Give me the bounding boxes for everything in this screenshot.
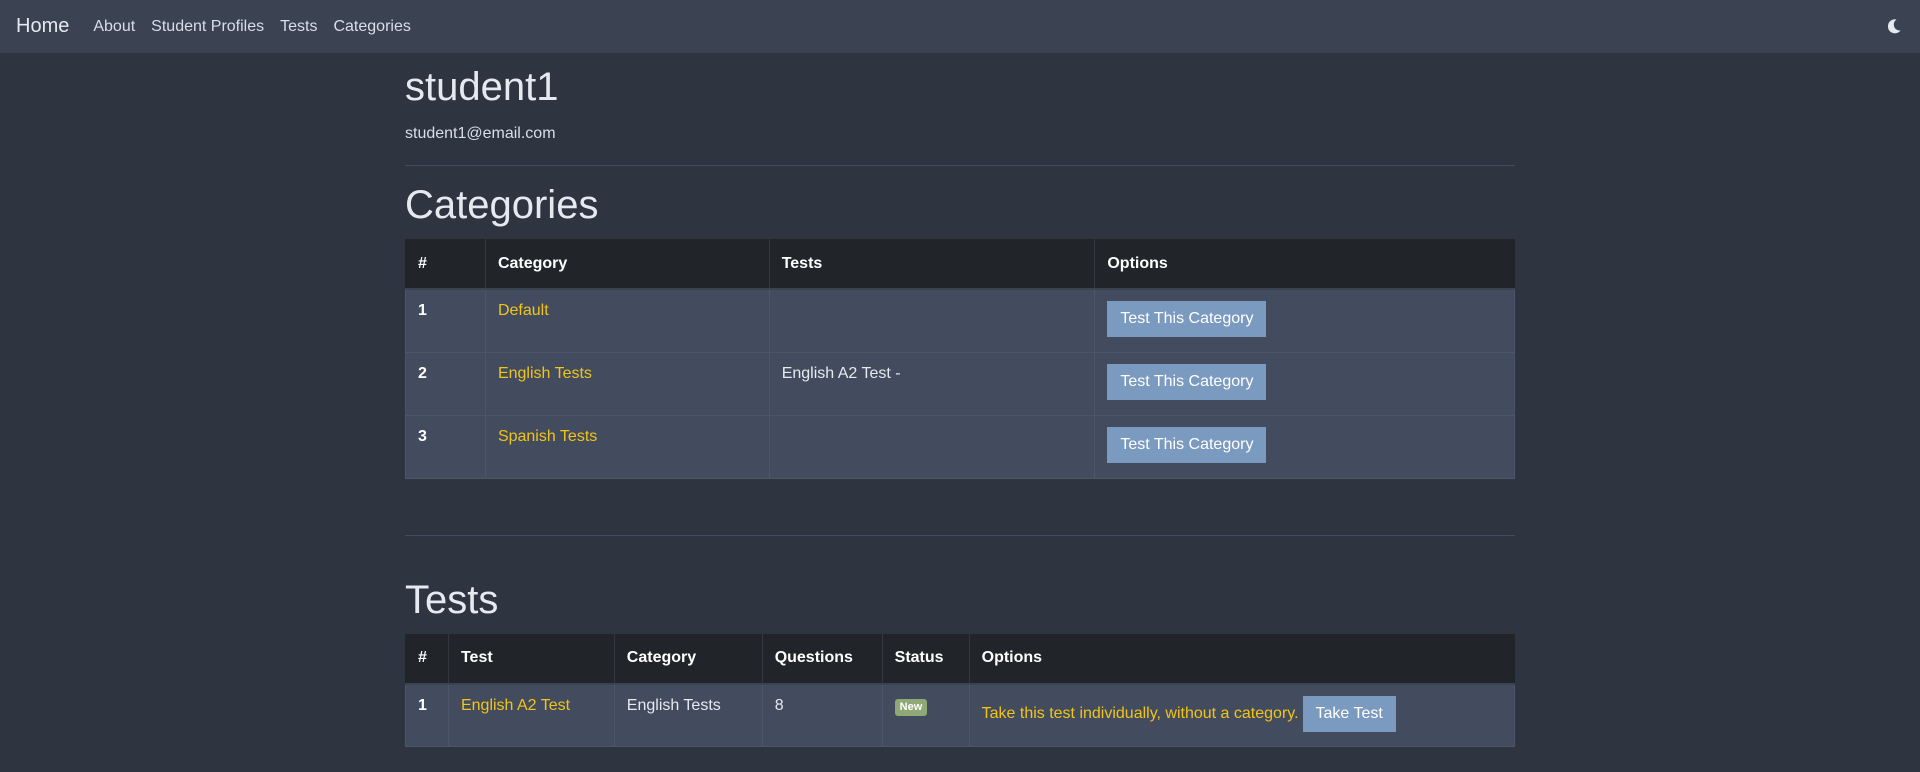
nav-links: About Student Profiles Tests Categories (93, 18, 410, 36)
categories-title: Categories (405, 183, 599, 227)
row-number: 2 (405, 352, 486, 416)
tests-cell (768, 289, 1095, 353)
divider (405, 165, 1515, 166)
column-header: Options (968, 633, 1515, 685)
navbar: Home About Student Profiles Tests Catego… (0, 0, 1920, 53)
divider (405, 534, 1515, 536)
options-cell: Take this test individually, without a c… (968, 683, 1516, 747)
moon-icon[interactable] (1884, 16, 1904, 36)
take-individual-link[interactable]: Take this test individually, without a c… (982, 705, 1299, 723)
column-header: Status (881, 633, 970, 685)
table-header-row: # Category Tests Options (405, 239, 1515, 290)
category-link[interactable]: Spanish Tests (498, 428, 597, 445)
questions-cell: 8 (761, 683, 883, 747)
categories-table: # Category Tests Options 1 Default Test … (405, 239, 1515, 479)
category-link[interactable]: English Tests (498, 365, 592, 382)
main-container: student1 student1@email.com Categories #… (405, 53, 1516, 747)
nav-link-about[interactable]: About (93, 18, 135, 36)
table-row: 1 Default Test This Category (405, 289, 1515, 353)
row-number: 1 (405, 289, 486, 353)
nav-link-categories[interactable]: Categories (333, 18, 410, 36)
status-badge: New (894, 698, 928, 716)
home-link[interactable]: Home (16, 15, 69, 38)
tests-cell (768, 415, 1095, 479)
table-row: 3 Spanish Tests Test This Category (405, 415, 1515, 479)
table-header-row: # Test Category Questions Status Options (405, 633, 1515, 685)
row-number: 1 (405, 683, 449, 747)
test-category-button[interactable]: Test This Category (1107, 363, 1267, 400)
table-row: 1 English A2 Test English Tests 8 New Ta… (405, 683, 1516, 747)
category-cell: English Tests (613, 683, 763, 747)
nav-link-tests[interactable]: Tests (280, 18, 317, 36)
options-cell: Test This Category (1094, 415, 1515, 479)
test-cell: English A2 Test (447, 683, 615, 747)
column-header: Options (1094, 239, 1515, 290)
tests-table: # Test Category Questions Status Options… (405, 633, 1516, 747)
column-header: Questions (761, 633, 883, 685)
category-cell: English Tests (484, 352, 770, 416)
tests-cell: English A2 Test - (768, 352, 1095, 416)
category-cell: Default (484, 289, 770, 353)
test-category-button[interactable]: Test This Category (1107, 301, 1267, 337)
column-header: Tests (768, 239, 1095, 290)
table-row: 2 English Tests English A2 Test - Test T… (405, 352, 1515, 416)
profile-email: student1@email.com (405, 125, 556, 142)
category-link[interactable]: Default (498, 302, 549, 319)
tests-title: Tests (405, 577, 499, 622)
test-link[interactable]: English A2 Test (461, 697, 570, 714)
row-number: 3 (405, 415, 486, 479)
column-header: Category (484, 239, 770, 290)
options-cell: Test This Category (1094, 352, 1515, 416)
profile-name: student1 (405, 65, 559, 109)
category-cell: Spanish Tests (484, 415, 770, 479)
column-header: # (405, 633, 449, 685)
nav-link-student-profiles[interactable]: Student Profiles (151, 18, 264, 36)
column-header: Category (613, 633, 763, 685)
test-category-button[interactable]: Test This Category (1107, 426, 1267, 463)
take-test-option: Take this test individually, without a c… (982, 695, 1502, 732)
status-cell: New (881, 683, 970, 747)
options-cell: Test This Category (1094, 289, 1515, 353)
column-header: # (405, 239, 486, 290)
take-test-button[interactable]: Take Test (1302, 695, 1396, 732)
column-header: Test (447, 633, 615, 685)
